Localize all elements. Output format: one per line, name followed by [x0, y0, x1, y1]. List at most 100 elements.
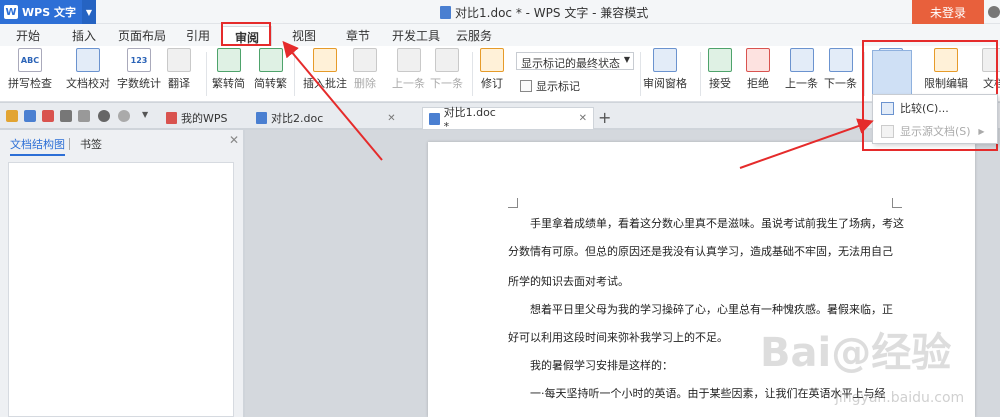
document-tab-bar: ▼ 我的WPS 对比2.doc ✕ 对比1.doc * ✕ +: [0, 103, 1000, 133]
insert-comment-label: 插入批注: [303, 77, 347, 90]
paragraph-line: 我的暑假学习安排是这样的：: [530, 359, 673, 372]
wps-logo-icon: [166, 112, 177, 124]
menu-bar: 开始 插入 页面布局 引用 审阅 视图 章节 开发工具 云服务: [0, 24, 1000, 46]
close-icon[interactable]: ✕: [579, 113, 587, 124]
display-mode-select[interactable]: 显示标记的最终状态 ▼: [516, 52, 634, 70]
prev-change-button[interactable]: 上一条: [785, 48, 818, 91]
save-icon[interactable]: [24, 110, 36, 122]
display-mode-value: 显示标记的最终状态: [521, 57, 620, 70]
close-icon[interactable]: ✕: [229, 133, 239, 147]
next-comment-icon: [434, 48, 459, 72]
annotation-highlight-review-tab: [221, 22, 271, 46]
wps-logo-icon: W: [4, 5, 18, 19]
paragraph-line: 好可以利用这段时间来弥补我学习上的不足。: [508, 331, 728, 344]
show-markup-icon: [520, 80, 532, 92]
add-tab-button[interactable]: +: [598, 108, 611, 127]
print-preview-icon[interactable]: [78, 110, 90, 122]
navigation-pane: 文档结构图 书签 ✕: [0, 130, 244, 417]
document-map-content: [8, 162, 234, 417]
tab-page-layout[interactable]: 页面布局: [118, 27, 166, 44]
simp-to-trad-icon: [258, 48, 283, 72]
delete-comment-button[interactable]: 删除: [353, 48, 377, 91]
simp-to-trad-button[interactable]: 简转繁: [254, 48, 287, 91]
undo-icon[interactable]: [98, 110, 110, 122]
translate-label: 翻译: [168, 77, 190, 90]
compare-menu-item-label: 比较(C)...: [900, 102, 949, 115]
translate-button[interactable]: 翻译: [167, 48, 191, 91]
next-label: 下一条: [430, 77, 463, 90]
doc-proof-icon: [76, 48, 100, 72]
compare-dropdown-menu: 比较(C)... 显示源文档(S) ▶: [872, 94, 998, 144]
tab-doc-2[interactable]: 对比2.doc ✕: [250, 107, 402, 129]
show-source-menu-item-label: 显示源文档(S): [900, 125, 971, 138]
crop-mark: [892, 198, 902, 208]
tab-document-map[interactable]: 文档结构图: [10, 136, 65, 156]
tab-cloud-service[interactable]: 云服务: [456, 27, 492, 44]
track-changes-icon: [480, 48, 504, 72]
review-pane-icon: [653, 48, 677, 72]
accept-button[interactable]: 接受: [708, 48, 732, 91]
show-markup-label: 显示标记: [536, 80, 580, 93]
login-button[interactable]: 未登录: [912, 0, 984, 24]
show-markup-button[interactable]: 显示标记: [520, 78, 580, 94]
paragraph-line: 想着平日里父母为我的学习操碎了心，心里总有一种愧疚感。暑假来临，正: [530, 303, 893, 316]
prev-comment-button[interactable]: 上一条: [392, 48, 425, 91]
close-icon[interactable]: ✕: [387, 113, 395, 124]
paragraph-line: 所学的知识去面对考试。: [508, 275, 629, 288]
track-changes-button[interactable]: 修订: [480, 48, 504, 91]
open-icon[interactable]: [6, 110, 18, 122]
chevron-down-icon[interactable]: ▼: [142, 110, 154, 122]
tab-developer[interactable]: 开发工具: [392, 27, 440, 44]
reject-button[interactable]: 拒绝: [746, 48, 770, 91]
ribbon-separator: [700, 52, 701, 96]
tab-bookmarks[interactable]: 书签: [80, 136, 102, 152]
wps-app-menu-button[interactable]: W WPS 文字 ▼: [0, 0, 96, 24]
chevron-right-icon: ▶: [978, 126, 985, 136]
spell-check-label: 拼写检查: [8, 77, 52, 90]
print-icon[interactable]: [60, 110, 72, 122]
document-icon: [440, 6, 451, 19]
divider: [69, 138, 70, 150]
reject-label: 拒绝: [747, 77, 769, 90]
tab-doc-1[interactable]: 对比1.doc * ✕: [422, 106, 594, 133]
trad-to-simp-button[interactable]: 繁转简: [212, 48, 245, 91]
translate-icon: [167, 48, 191, 72]
tab-chapter[interactable]: 章节: [346, 27, 370, 44]
accept-label: 接受: [709, 77, 731, 90]
chevron-down-icon: ▼: [623, 55, 630, 64]
reject-icon: [746, 48, 770, 72]
prev-label: 上一条: [392, 77, 425, 90]
spell-check-button[interactable]: ABC 拼写检查: [8, 48, 52, 91]
export-pdf-icon[interactable]: [42, 110, 54, 122]
word-count-label: 字数统计: [117, 77, 161, 90]
title-bar: W WPS 文字 ▼ 对比1.doc * - WPS 文字 - 兼容模式 未登录: [0, 0, 1000, 24]
next-change-label: 下一条: [824, 77, 857, 90]
tab-doc-1-label: 对比1.doc *: [443, 106, 496, 133]
insert-comment-button[interactable]: 插入批注: [303, 48, 347, 91]
next-change-icon: [828, 48, 853, 72]
tab-view[interactable]: 视图: [292, 27, 316, 44]
ribbon-separator: [294, 52, 295, 96]
tab-my-wps[interactable]: 我的WPS: [160, 107, 234, 129]
review-pane-button[interactable]: 审阅窗格: [643, 48, 687, 91]
insert-comment-icon: [313, 48, 337, 72]
document-icon: [256, 112, 267, 124]
ribbon-separator: [472, 52, 473, 96]
word-count-button[interactable]: 123 字数统计: [117, 48, 161, 91]
tab-references[interactable]: 引用: [186, 27, 210, 44]
redo-icon[interactable]: [118, 110, 130, 122]
tab-insert[interactable]: 插入: [72, 27, 96, 44]
next-comment-button[interactable]: 下一条: [430, 48, 463, 91]
delete-comment-icon: [353, 48, 377, 72]
chevron-down-icon[interactable]: ▼: [82, 0, 96, 24]
prev-comment-icon: [396, 48, 421, 72]
show-source-menu-item[interactable]: 显示源文档(S) ▶: [877, 121, 985, 141]
crop-mark: [508, 198, 518, 208]
doc-proof-button[interactable]: 文档校对: [66, 48, 110, 91]
tab-home[interactable]: 开始: [16, 27, 40, 44]
doc-proof-label: 文档校对: [66, 77, 110, 90]
settings-icon[interactable]: [988, 6, 1000, 18]
next-change-button[interactable]: 下一条: [824, 48, 857, 91]
compare-icon: [881, 101, 894, 115]
compare-menu-item[interactable]: 比较(C)...: [877, 98, 949, 118]
